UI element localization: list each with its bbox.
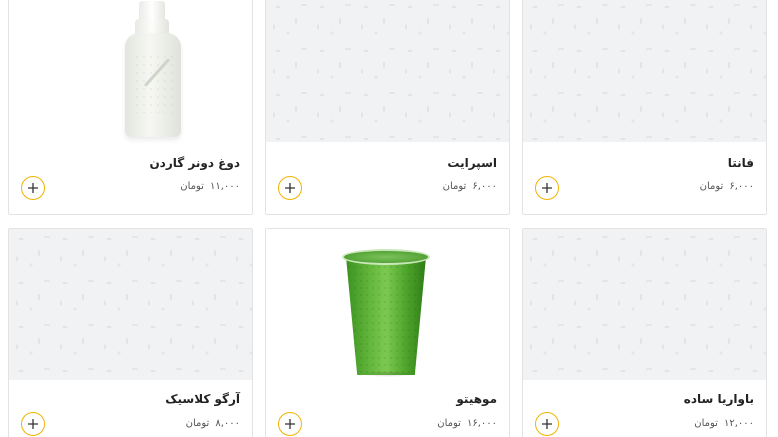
plus-icon (28, 183, 38, 193)
add-to-cart-button[interactable] (535, 412, 559, 436)
product-card-bavaria[interactable]: باواریا ساده ۱۲,۰۰۰ تومان (522, 228, 767, 437)
add-to-cart-button[interactable] (278, 412, 302, 436)
plus-icon (542, 419, 552, 429)
mojito-cup-image (342, 249, 430, 377)
product-title: فانتا (727, 156, 754, 170)
price-value: ۱۱,۰۰۰ (209, 181, 240, 192)
add-to-cart-button[interactable] (21, 412, 45, 436)
plus-icon (542, 183, 552, 193)
product-price: ۱۱,۰۰۰ تومان (180, 181, 240, 192)
product-price: ۶,۰۰۰ تومان (700, 181, 754, 192)
currency-label: تومان (694, 418, 718, 429)
plus-icon (28, 419, 38, 429)
product-card-doogh[interactable]: دوغ دونر گاردن ۱۱,۰۰۰ تومان (8, 0, 253, 215)
product-price: ۱۲,۰۰۰ تومان (694, 418, 754, 429)
price-value: ۶,۰۰۰ (472, 181, 497, 192)
plus-icon (285, 183, 295, 193)
dough-bottle-image (123, 0, 185, 141)
product-price: ۱۶,۰۰۰ تومان (437, 418, 497, 429)
product-image (9, 0, 252, 142)
product-grid: فانتا ۶,۰۰۰ تومان اسپرایت ۶,۰۰۰ تومان دوغ … (0, 0, 778, 437)
product-price: ۶,۰۰۰ تومان (443, 181, 497, 192)
product-card-sprite[interactable]: اسپرایت ۶,۰۰۰ تومان (265, 0, 510, 215)
product-card-mojito[interactable]: موهیتو ۱۶,۰۰۰ تومان (265, 228, 510, 437)
currency-label: تومان (699, 181, 724, 192)
add-to-cart-button[interactable] (535, 176, 559, 200)
product-image (266, 229, 509, 380)
currency-label: تومان (437, 418, 461, 429)
currency-label: تومان (180, 181, 204, 192)
price-value: ۱۲,۰۰۰ (723, 418, 754, 429)
currency-label: تومان (442, 181, 467, 192)
product-title: باواریا ساده (683, 392, 754, 406)
plus-icon (285, 419, 295, 429)
product-price: ۸,۰۰۰ تومان (186, 418, 240, 429)
price-value: ۸,۰۰۰ (215, 418, 240, 429)
product-image-placeholder (266, 0, 509, 142)
product-card-argo-classic[interactable]: آرگو کلاسیک ۸,۰۰۰ تومان (8, 228, 253, 437)
product-image-placeholder (523, 0, 766, 142)
price-value: ۱۶,۰۰۰ (466, 418, 497, 429)
add-to-cart-button[interactable] (21, 176, 45, 200)
product-card-fanta[interactable]: فانتا ۶,۰۰۰ تومان (522, 0, 767, 215)
product-title: آرگو کلاسیک (165, 392, 240, 406)
product-image-placeholder (523, 229, 766, 380)
price-value: ۶,۰۰۰ (729, 181, 754, 192)
product-title: اسپرایت (447, 156, 497, 170)
product-title: دوغ دونر گاردن (149, 156, 240, 170)
add-to-cart-button[interactable] (278, 176, 302, 200)
currency-label: تومان (185, 418, 210, 429)
product-title: موهیتو (456, 392, 497, 406)
product-image-placeholder (9, 229, 252, 380)
